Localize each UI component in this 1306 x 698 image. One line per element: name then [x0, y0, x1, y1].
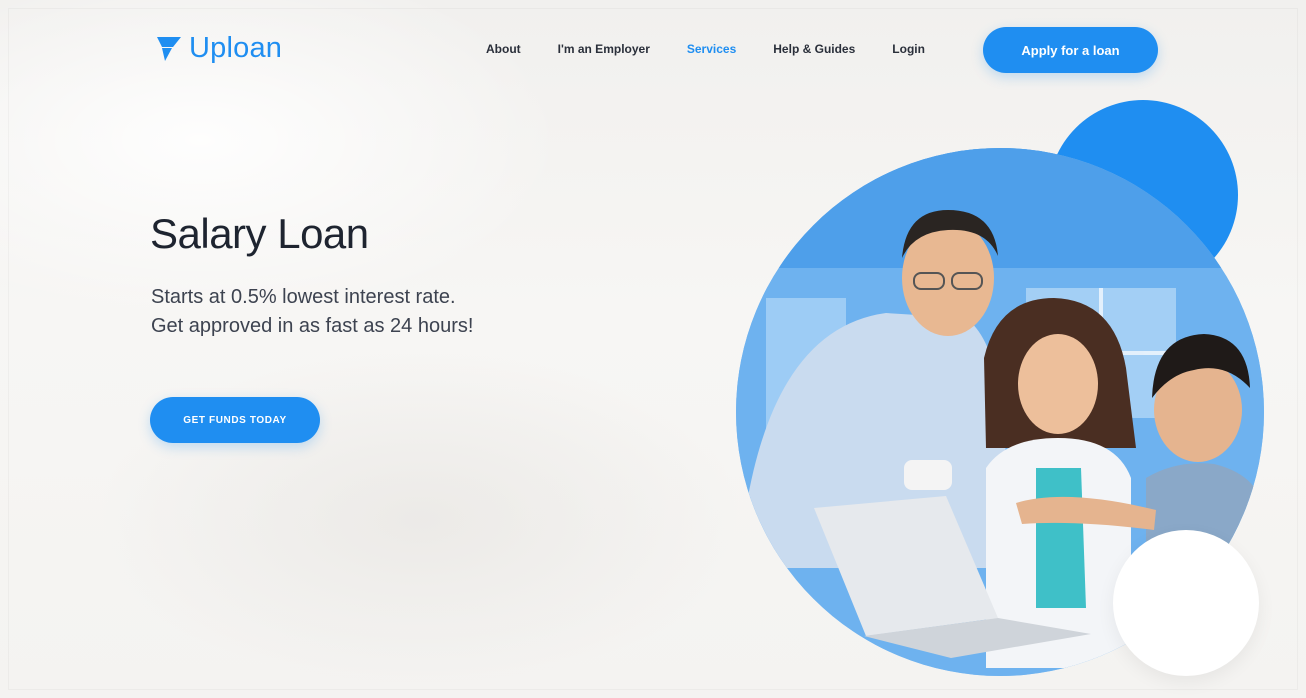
hero-subtitle-line: Starts at 0.5% lowest interest rate.: [151, 286, 456, 308]
hero-title: Salary Loan: [150, 210, 369, 257]
main-nav: About I'm an Employer Services Help & Gu…: [486, 38, 925, 60]
hero-subtitle-line: Get approved in as fast as 24 hours!: [151, 315, 474, 337]
uploan-arrow-icon: [153, 33, 183, 63]
hero-subtitle: Starts at 0.5% lowest interest rate. Get…: [151, 283, 611, 341]
brand-name: Uploan: [189, 31, 283, 64]
nav-login[interactable]: Login: [892, 42, 925, 56]
get-funds-button[interactable]: GET FUNDS TODAY: [150, 397, 320, 443]
nav-about[interactable]: About: [486, 42, 521, 56]
apply-for-loan-button[interactable]: Apply for a loan: [983, 27, 1158, 73]
nav-help-guides[interactable]: Help & Guides: [773, 42, 855, 56]
nav-employer[interactable]: I'm an Employer: [558, 42, 650, 56]
landing-page: Uploan About I'm an Employer Services He…: [0, 0, 1306, 698]
decorative-circle-white: [1113, 530, 1259, 676]
nav-services[interactable]: Services: [687, 42, 736, 56]
brand-logo[interactable]: Uploan: [153, 30, 282, 66]
